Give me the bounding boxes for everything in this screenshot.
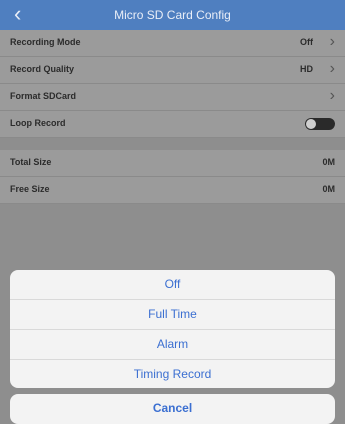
cancel-button[interactable]: Cancel xyxy=(10,394,335,424)
row-label: Loop Record xyxy=(10,118,66,128)
action-sheet: Off Full Time Alarm Timing Record xyxy=(10,270,335,388)
row-record-quality[interactable]: Record Quality HD › xyxy=(0,57,345,84)
option-off[interactable]: Off xyxy=(10,270,335,300)
row-label: Format SDCard xyxy=(10,91,77,101)
nav-bar: ‹ Micro SD Card Config xyxy=(0,0,345,30)
chevron-right-icon: › xyxy=(329,60,335,77)
row-loop-record: Loop Record xyxy=(0,111,345,138)
row-free-size: Free Size 0M xyxy=(0,177,345,204)
row-format-sdcard[interactable]: Format SDCard › xyxy=(0,84,345,111)
option-timing-record[interactable]: Timing Record xyxy=(10,360,335,388)
row-value: HD xyxy=(300,64,313,74)
row-label: Total Size xyxy=(10,157,52,167)
row-value: Off xyxy=(300,37,313,47)
chevron-right-icon: › xyxy=(329,87,335,104)
chevron-right-icon: › xyxy=(329,33,335,50)
row-recording-mode[interactable]: Recording Mode Off › xyxy=(0,30,345,57)
row-label: Recording Mode xyxy=(10,37,81,47)
row-value: 0M xyxy=(322,157,335,167)
option-alarm[interactable]: Alarm xyxy=(10,330,335,360)
toggle-knob xyxy=(306,119,316,129)
row-total-size: Total Size 0M xyxy=(0,150,345,177)
row-value: 0M xyxy=(322,184,335,194)
loop-record-toggle[interactable] xyxy=(305,118,335,130)
page-title: Micro SD Card Config xyxy=(114,8,231,22)
option-full-time[interactable]: Full Time xyxy=(10,300,335,330)
row-label: Free Size xyxy=(10,184,50,194)
section-gap xyxy=(0,138,345,150)
settings-list: Recording Mode Off › Record Quality HD ›… xyxy=(0,30,345,204)
row-label: Record Quality xyxy=(10,64,75,74)
